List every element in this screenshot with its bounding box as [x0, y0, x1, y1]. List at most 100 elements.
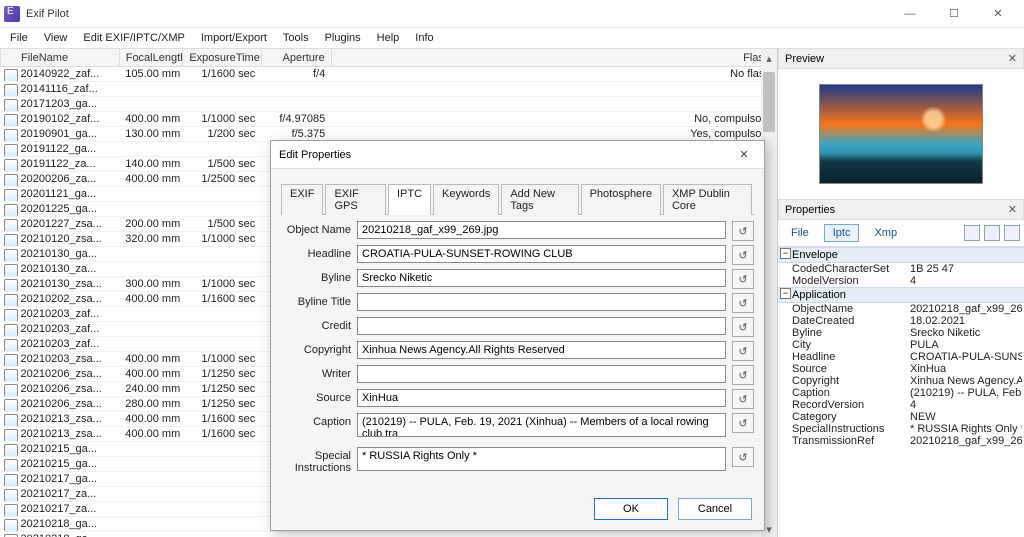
- revert-button[interactable]: [732, 269, 754, 289]
- dialog-tab[interactable]: Photosphere: [581, 184, 661, 215]
- column-header[interactable]: FocalLength: [119, 49, 183, 67]
- data-cell: 1/1600 sec: [183, 67, 261, 82]
- field-input[interactable]: [357, 365, 726, 383]
- property-value: XinHua: [910, 363, 1022, 375]
- property-row[interactable]: CopyrightXinhua News Agency.All ...: [778, 375, 1024, 387]
- ok-button[interactable]: OK: [594, 498, 668, 520]
- menu-info[interactable]: Info: [409, 30, 439, 46]
- property-row[interactable]: CodedCharacterSet1B 25 47: [778, 263, 1024, 275]
- dialog-tab[interactable]: IPTC: [388, 184, 431, 215]
- properties-tab-iptc[interactable]: Iptc: [824, 224, 860, 242]
- data-cell: [183, 517, 261, 532]
- table-row[interactable]: 20190102_zaf...400.00 mm1/1000 secf/4.97…: [1, 112, 777, 127]
- menu-edit[interactable]: Edit EXIF/IPTC/XMP: [77, 30, 190, 46]
- column-header[interactable]: Flash: [331, 49, 776, 67]
- property-row[interactable]: TransmissionRef20210218_gaf_x99_269...: [778, 435, 1024, 447]
- property-row[interactable]: DateCreated18.02.2021: [778, 315, 1024, 327]
- form-row: Object Name: [281, 221, 754, 241]
- menu-tools[interactable]: Tools: [277, 30, 315, 46]
- property-row[interactable]: BylineSrecko Niketic: [778, 327, 1024, 339]
- cancel-button[interactable]: Cancel: [678, 498, 752, 520]
- data-cell: 400.00 mm: [119, 112, 183, 127]
- dialog-tab[interactable]: Add New Tags: [501, 184, 578, 215]
- data-cell: [119, 247, 183, 262]
- table-row[interactable]: 20141116_zaf...: [1, 82, 777, 97]
- data-cell: f/4: [261, 67, 331, 82]
- field-input[interactable]: [357, 221, 726, 239]
- file-name-cell: 20210130_zsa...: [1, 277, 120, 292]
- revert-button[interactable]: [732, 413, 754, 433]
- property-key: CodedCharacterSet: [792, 263, 910, 275]
- data-cell: 200.00 mm: [119, 217, 183, 232]
- revert-button[interactable]: [732, 221, 754, 241]
- dialog-close-icon[interactable]: ✕: [732, 148, 756, 161]
- property-value: 4: [910, 275, 1022, 287]
- scroll-up-icon[interactable]: ▴: [761, 50, 777, 66]
- revert-button[interactable]: [732, 245, 754, 265]
- property-row[interactable]: SourceXinHua: [778, 363, 1024, 375]
- properties-tool-dot-icon[interactable]: [984, 225, 1000, 241]
- menu-import[interactable]: Import/Export: [195, 30, 273, 46]
- property-category[interactable]: Application: [778, 287, 1024, 303]
- menu-plugins[interactable]: Plugins: [319, 30, 367, 46]
- scroll-thumb[interactable]: [763, 72, 775, 132]
- properties-close-icon[interactable]: ✕: [1008, 203, 1017, 216]
- property-category[interactable]: Envelope: [778, 247, 1024, 263]
- properties-tool-list-icon[interactable]: [1004, 225, 1020, 241]
- field-input[interactable]: [357, 245, 726, 263]
- properties-tab-file[interactable]: File: [782, 224, 818, 242]
- column-header[interactable]: Aperture: [261, 49, 331, 67]
- field-input[interactable]: [357, 341, 726, 359]
- data-cell: 1/1600 sec: [183, 427, 261, 442]
- field-input[interactable]: [357, 293, 726, 311]
- menu-help[interactable]: Help: [371, 30, 406, 46]
- preview-thumbnail[interactable]: [819, 84, 983, 184]
- field-input[interactable]: * RUSSIA Rights Only *: [357, 447, 726, 471]
- dialog-tab[interactable]: Keywords: [433, 184, 499, 215]
- data-cell: [119, 472, 183, 487]
- column-header[interactable]: ExposureTime: [183, 49, 261, 67]
- revert-button[interactable]: [732, 447, 754, 467]
- property-row[interactable]: ModelVersion4: [778, 275, 1024, 287]
- window-close-button[interactable]: ✕: [976, 0, 1020, 28]
- dialog-tab[interactable]: XMP Dublin Core: [663, 184, 752, 215]
- form-row: Copyright: [281, 341, 754, 361]
- column-header[interactable]: FileName: [1, 49, 120, 67]
- field-input[interactable]: [357, 317, 726, 335]
- property-row[interactable]: SpecialInstructions* RUSSIA Rights Only …: [778, 423, 1024, 435]
- dialog-titlebar[interactable]: Edit Properties ✕: [271, 141, 764, 169]
- menu-view[interactable]: View: [38, 30, 74, 46]
- property-row[interactable]: CityPULA: [778, 339, 1024, 351]
- table-row[interactable]: 20140922_zaf...105.00 mm1/1600 secf/4No …: [1, 67, 777, 82]
- property-row[interactable]: HeadlineCROATIA-PULA-SUNSE...: [778, 351, 1024, 363]
- data-cell: [183, 82, 261, 97]
- properties-tab-xmp[interactable]: Xmp: [865, 224, 906, 242]
- properties-tree[interactable]: EnvelopeCodedCharacterSet1B 25 47ModelVe…: [778, 246, 1024, 537]
- field-input[interactable]: (210219) -- PULA, Feb. 19, 2021 (Xinhua)…: [357, 413, 726, 437]
- revert-button[interactable]: [732, 293, 754, 313]
- revert-button[interactable]: [732, 317, 754, 337]
- property-row[interactable]: CategoryNEW: [778, 411, 1024, 423]
- preview-close-icon[interactable]: ✕: [1008, 52, 1017, 65]
- revert-button[interactable]: [732, 341, 754, 361]
- properties-tool-grid-icon[interactable]: [964, 225, 980, 241]
- menu-file[interactable]: File: [4, 30, 34, 46]
- table-row[interactable]: 20171203_ga...: [1, 97, 777, 112]
- table-row[interactable]: 20210218_ga...: [1, 532, 777, 537]
- edit-properties-dialog: Edit Properties ✕ EXIFEXIF GPSIPTCKeywor…: [270, 140, 765, 531]
- dialog-tab[interactable]: EXIF: [281, 184, 323, 215]
- field-input[interactable]: [357, 389, 726, 407]
- dialog-tab[interactable]: EXIF GPS: [325, 184, 386, 215]
- file-name-cell: 20210217_ga...: [1, 472, 120, 487]
- revert-button[interactable]: [732, 389, 754, 409]
- property-row[interactable]: Caption(210219) -- PULA, Feb. 1...: [778, 387, 1024, 399]
- data-cell: 400.00 mm: [119, 412, 183, 427]
- file-name-cell: 20141116_zaf...: [1, 82, 120, 97]
- window-maximize-button[interactable]: ☐: [932, 0, 976, 28]
- property-row[interactable]: ObjectName20210218_gaf_x99_269...: [778, 303, 1024, 315]
- file-name-cell: 20210213_zsa...: [1, 427, 120, 442]
- window-minimize-button[interactable]: —: [888, 0, 932, 28]
- revert-button[interactable]: [732, 365, 754, 385]
- field-input[interactable]: [357, 269, 726, 287]
- property-row[interactable]: RecordVersion4: [778, 399, 1024, 411]
